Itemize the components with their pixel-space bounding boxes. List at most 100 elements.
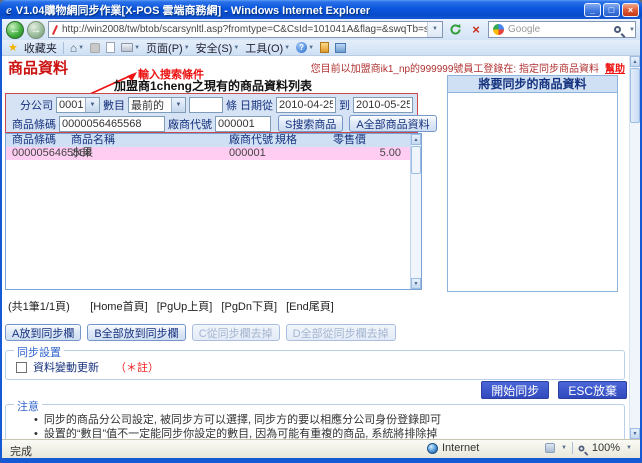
help-button[interactable]: ? ▼ bbox=[296, 42, 314, 53]
cell-barcode: 0000056465568 bbox=[6, 147, 71, 160]
scroll-down-icon[interactable]: ▼ bbox=[630, 428, 640, 439]
maximize-button[interactable]: □ bbox=[603, 3, 620, 17]
forward-button[interactable]: → bbox=[27, 21, 45, 39]
page-title: 商品資料 bbox=[8, 57, 68, 78]
login-status: 您目前以加盟商ik1_np的999999號員工登錄在: 指定同步商品資料幫助 bbox=[311, 60, 625, 75]
refresh-button[interactable] bbox=[446, 21, 464, 38]
minimize-button[interactable]: _ bbox=[584, 3, 601, 17]
cell-name: 水果 bbox=[71, 147, 229, 160]
chevron-down-icon[interactable]: ▼ bbox=[626, 445, 632, 451]
barcode-label: 商品條碼 bbox=[12, 116, 56, 132]
date-to-input[interactable] bbox=[353, 97, 413, 113]
nav-pgup-link[interactable]: [PgUp上頁] bbox=[157, 301, 213, 313]
globe-icon bbox=[427, 443, 438, 454]
add-to-sync-button[interactable]: A放到同步欄 bbox=[5, 324, 81, 341]
remove-all-from-sync-button: D全部從同步欄去掉 bbox=[286, 324, 396, 341]
notice-item: • 同步的商品分公司設定, 被同步方可以選擇, 同步方的要以相應分公司身份登錄即… bbox=[6, 414, 624, 428]
zoom-level[interactable]: 100% bbox=[592, 442, 620, 454]
print-button[interactable]: ▼ bbox=[121, 43, 140, 52]
col-spec: 規格 bbox=[275, 134, 333, 147]
browser-window: e V1.04購物網同步作業[X-POS 雲端商務網] - Windows In… bbox=[0, 0, 642, 463]
page-favicon-icon bbox=[52, 25, 58, 35]
all-products-button[interactable]: A全部商品資料 bbox=[349, 115, 436, 132]
barcode-input[interactable] bbox=[59, 116, 165, 132]
command-bar: ★ 收藏夹 ⌂ ▼ ▼ 页面(P) ▼ 安全(S) ▼ 工具(O) ▼ ? ▼ bbox=[2, 40, 640, 56]
date-from-input[interactable] bbox=[276, 97, 336, 113]
nav-home-link[interactable]: [Home首頁] bbox=[90, 301, 147, 313]
count-extra-input[interactable] bbox=[189, 97, 223, 113]
read-mail-icon[interactable] bbox=[106, 42, 115, 53]
back-button[interactable]: ← bbox=[6, 21, 24, 39]
refresh-icon bbox=[449, 23, 462, 36]
esc-cancel-button[interactable]: ESC放棄 bbox=[558, 381, 627, 399]
address-input[interactable]: http://win2008/tw/btob/scarsynltl.asp?fr… bbox=[48, 21, 443, 38]
url-text[interactable]: http://win2008/tw/btob/scarsynltl.asp?fr… bbox=[62, 24, 427, 35]
nav-end-link[interactable]: [End尾頁] bbox=[286, 301, 334, 313]
print-icon bbox=[121, 43, 133, 52]
search-input[interactable]: Google ▼ bbox=[488, 21, 636, 38]
col-vendor: 廠商代號 bbox=[229, 134, 275, 147]
confirm-buttons: 開始同步 ESC放棄 bbox=[481, 381, 627, 399]
favorites-star-icon[interactable]: ★ bbox=[8, 41, 18, 54]
chevron-down-icon[interactable]: ▼ bbox=[561, 445, 567, 451]
sync-panel: 將要同步的商品資料 bbox=[447, 75, 618, 292]
search-products-button[interactable]: S搜索商品 bbox=[278, 115, 343, 132]
start-sync-button[interactable]: 開始同步 bbox=[481, 381, 549, 399]
count-select[interactable]: 最前的 ▼ bbox=[128, 97, 186, 113]
col-barcode: 商品條碼 bbox=[6, 134, 71, 147]
notice-text: 設置的“數目”值不一定能同步你設定的數目, 因為可能有重複的商品, 系統將排除掉 bbox=[44, 428, 438, 440]
vendor-input[interactable] bbox=[215, 116, 271, 132]
login-status-text: 您目前以加盟商ik1_np的999999號員工登錄在: 指定同步商品資料 bbox=[311, 64, 599, 75]
chevron-down-icon: ▼ bbox=[184, 45, 190, 51]
col-price: 零售價 bbox=[333, 134, 421, 147]
scroll-thumb[interactable] bbox=[630, 68, 640, 123]
help-link[interactable]: 幫助 bbox=[605, 64, 625, 75]
notice-item: • 設置的“數目”值不一定能同步你設定的數目, 因為可能有重複的商品, 系統將排… bbox=[6, 428, 624, 440]
branch-select[interactable]: 0001 ▼ bbox=[56, 97, 100, 113]
protected-mode-icon[interactable] bbox=[545, 443, 555, 453]
table-header-row: 商品條碼 商品名稱 廠商代號 規格 零售價 bbox=[6, 134, 421, 147]
feeds-icon[interactable] bbox=[90, 43, 100, 53]
title-bar: e V1.04購物網同步作業[X-POS 雲端商務網] - Windows In… bbox=[0, 0, 642, 19]
add-all-to-sync-button[interactable]: B全部放到同步欄 bbox=[87, 324, 185, 341]
search-engine-label[interactable]: Google bbox=[508, 24, 614, 35]
search-icon[interactable] bbox=[614, 26, 621, 33]
scroll-down-icon[interactable]: ▼ bbox=[411, 278, 421, 289]
product-list: 商品條碼 商品名稱 廠商代號 規格 零售價 0000056465568 水果 0… bbox=[5, 133, 422, 290]
sync-panel-title: 將要同步的商品資料 bbox=[448, 76, 617, 93]
menu-tools-label: 工具(O) bbox=[245, 40, 283, 56]
stop-button[interactable]: × bbox=[467, 21, 485, 38]
close-button[interactable]: × bbox=[622, 3, 639, 17]
menu-page[interactable]: 页面(P) ▼ bbox=[146, 40, 190, 56]
vendor-label: 廠商代號 bbox=[168, 116, 212, 132]
menu-safety[interactable]: 安全(S) ▼ bbox=[196, 40, 240, 56]
home-button[interactable]: ⌂ ▼ bbox=[70, 41, 84, 55]
favorites-label[interactable]: 收藏夹 bbox=[24, 40, 57, 56]
stop-icon: × bbox=[472, 22, 480, 37]
scroll-up-icon[interactable]: ▲ bbox=[411, 134, 421, 145]
menu-tools[interactable]: 工具(O) ▼ bbox=[245, 40, 290, 56]
status-text: 完成 bbox=[10, 443, 32, 459]
product-list-title: 加盟商1cheng之現有的商品資料列表 bbox=[114, 77, 312, 94]
ie-logo-icon: e bbox=[6, 2, 12, 18]
messenger-icon[interactable] bbox=[320, 42, 329, 53]
status-bar: 完成 Internet ▼ 100% ▼ bbox=[2, 439, 640, 458]
sync-settings-group: 同步設置 資料變動更新 （＊註） bbox=[5, 350, 625, 380]
url-dropdown-icon[interactable]: ▼ bbox=[427, 22, 442, 37]
zoom-icon[interactable] bbox=[578, 445, 584, 451]
sync-settings-legend: 同步設置 bbox=[14, 344, 64, 360]
status-right: ▼ 100% ▼ bbox=[545, 442, 632, 454]
menu-safety-label: 安全(S) bbox=[196, 40, 233, 56]
research-icon[interactable] bbox=[335, 43, 346, 53]
window-scrollbar[interactable]: ▲ ▼ bbox=[629, 56, 640, 439]
table-row[interactable]: 0000056465568 水果 000001 5.00 bbox=[6, 147, 421, 160]
list-scrollbar[interactable]: ▲ ▼ bbox=[410, 134, 421, 289]
nav-pgdn-link[interactable]: [PgDn下頁] bbox=[221, 301, 277, 313]
pagination-nav: [Home首頁] [PgUp上頁] [PgDn下頁] [End尾頁] bbox=[2, 298, 422, 314]
zone-label: Internet bbox=[442, 442, 479, 454]
data-change-update-checkbox[interactable] bbox=[16, 362, 27, 373]
scroll-up-icon[interactable]: ▲ bbox=[630, 56, 640, 67]
search-dropdown-icon[interactable]: ▼ bbox=[629, 27, 635, 33]
scroll-thumb[interactable] bbox=[411, 146, 421, 174]
count-unit-label: 條 bbox=[226, 97, 237, 113]
